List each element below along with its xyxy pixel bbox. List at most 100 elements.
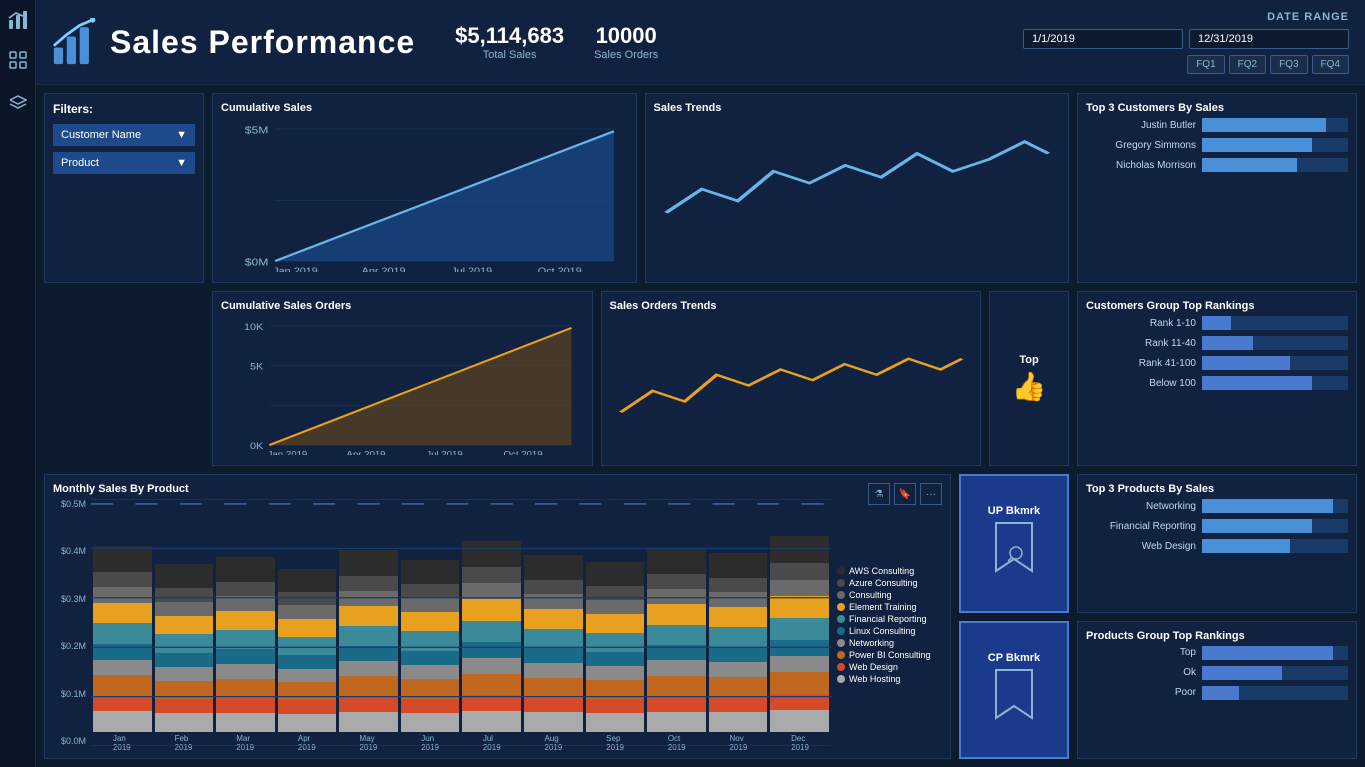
top-products-title: Top 3 Products By Sales [1086, 483, 1348, 495]
top-row: Filters: Customer Name ▼ Product ▼ Cumul… [44, 93, 1357, 283]
product-filter[interactable]: Product ▼ [53, 152, 195, 174]
thumb-panel: Top 👍 [989, 291, 1069, 466]
date-range-label: DATE RANGE [1267, 11, 1349, 23]
legend-consulting: Consulting [837, 590, 942, 600]
customer-bar-3: Nicholas Morrison [1086, 158, 1348, 172]
customer-bar-track-2 [1202, 138, 1348, 152]
sales-trends-title: Sales Trends [654, 102, 1061, 114]
product-bar-2: Financial Reporting [1086, 519, 1348, 533]
rank-fill-1 [1202, 316, 1231, 330]
more-toolbar-button[interactable]: ··· [920, 483, 942, 505]
page-title: Sales Performance [110, 24, 415, 61]
layers-icon[interactable] [6, 88, 30, 112]
product-fill-1 [1202, 499, 1333, 513]
rank-bar-2: Rank 11-40 [1086, 336, 1348, 350]
bar-jun [401, 560, 460, 732]
svg-text:Jan 2019: Jan 2019 [273, 267, 318, 272]
bar-nov [709, 553, 768, 732]
filter-toolbar-button[interactable]: ⚗ [868, 483, 890, 505]
customers-group-panel: Customers Group Top Rankings Rank 1-10 R… [1077, 291, 1357, 466]
rank-label-1: Rank 1-10 [1086, 318, 1196, 329]
date-start-input[interactable] [1023, 29, 1183, 49]
fq3-button[interactable]: FQ3 [1270, 55, 1307, 74]
bookmarks-column: UP Bkmrk CP Bkmrk [959, 474, 1069, 759]
filters-title: Filters: [53, 102, 195, 116]
customer-name-2: Gregory Simmons [1086, 140, 1196, 151]
legend-financial: Financial Reporting [837, 614, 942, 624]
legend-dot-aws [837, 567, 845, 575]
legend-dot-powerbi [837, 651, 845, 659]
chevron-down-icon: ▼ [176, 157, 187, 169]
sales-orders-trends-panel: Sales Orders Trends [601, 291, 982, 466]
total-sales-label: Total Sales [455, 49, 564, 61]
rank-fill-4 [1202, 376, 1312, 390]
total-sales-metric: $5,114,683 Total Sales [455, 23, 564, 61]
cumulative-orders-chart: 10K 5K 0K Jan 2019 Apr 2019 Jul 2019 Oct… [221, 316, 584, 455]
legend-dot-consulting [837, 591, 845, 599]
legend-dot-networking [837, 639, 845, 647]
bar-mar [216, 557, 275, 732]
legend-element: Element Training [837, 602, 942, 612]
legend-webhosting: Web Hosting [837, 674, 942, 684]
product-fill-3 [1202, 539, 1290, 553]
bar-feb [155, 564, 214, 732]
svg-text:Apr 2019: Apr 2019 [346, 450, 385, 455]
fq2-button[interactable]: FQ2 [1229, 55, 1266, 74]
product-rank-bar-2: Ok [1086, 666, 1348, 680]
product-bar-3: Web Design [1086, 539, 1348, 553]
cp-bookmark-panel[interactable]: CP Bkmrk [959, 621, 1069, 760]
bars-area: Jan2019 Feb2019 Mar2019 Apr2019 May2019 … [91, 499, 831, 746]
product-rank-label-3: Poor [1086, 687, 1196, 698]
svg-text:Oct 2019: Oct 2019 [504, 450, 543, 455]
chevron-down-icon: ▼ [176, 129, 187, 141]
rank-label-2: Rank 11-40 [1086, 338, 1196, 349]
content-area: Filters: Customer Name ▼ Product ▼ Cumul… [36, 85, 1365, 767]
header-right: DATE RANGE FQ1 FQ2 FQ3 FQ4 [1023, 11, 1349, 74]
date-inputs [1023, 29, 1349, 49]
logo-icon [52, 18, 100, 66]
bar-apr [278, 569, 337, 732]
header-metrics: $5,114,683 Total Sales 10000 Sales Order… [455, 23, 658, 61]
cumulative-sales-chart: $5M $0M Jan 2019 Apr 2019 Jul 2019 Oct 2… [221, 118, 628, 272]
rank-track-3 [1202, 356, 1348, 370]
chart-icon[interactable] [6, 8, 30, 32]
bookmark-cp-icon [992, 668, 1036, 728]
fq4-button[interactable]: FQ4 [1312, 55, 1349, 74]
bar-jan [93, 546, 152, 732]
product-name-1: Networking [1086, 501, 1196, 512]
customer-bar-2: Gregory Simmons [1086, 138, 1348, 152]
customer-name-filter[interactable]: Customer Name ▼ [53, 124, 195, 146]
legend-dot-webdesign [837, 663, 845, 671]
product-rank-fill-2 [1202, 666, 1282, 680]
product-rank-fill-3 [1202, 686, 1239, 700]
sales-orders-trends-title: Sales Orders Trends [610, 300, 973, 312]
filters-panel: Filters: Customer Name ▼ Product ▼ [44, 93, 204, 283]
bar-dec [770, 536, 829, 732]
customer-name-3: Nicholas Morrison [1086, 160, 1196, 171]
customer-bar-fill-1 [1202, 118, 1326, 132]
header: Sales Performance $5,114,683 Total Sales… [36, 0, 1365, 85]
products-group-title: Products Group Top Rankings [1086, 630, 1348, 642]
grid-icon[interactable] [6, 48, 30, 72]
bookmark-toolbar-button[interactable]: 🔖 [894, 483, 916, 505]
sales-trends-chart [654, 118, 1061, 272]
product-rank-bar-3: Poor [1086, 686, 1348, 700]
cumulative-sales-panel: Cumulative Sales $5M $0M Jan 2019 Apr 20… [212, 93, 637, 283]
up-bookmark-panel[interactable]: UP Bkmrk [959, 474, 1069, 613]
product-fill-2 [1202, 519, 1312, 533]
bookmark-up-icon [992, 521, 1036, 581]
legend-linux: Linux Consulting [837, 626, 942, 636]
rank-label-4: Below 100 [1086, 378, 1196, 389]
legend-aws: AWS Consulting [837, 566, 942, 576]
customers-group-title: Customers Group Top Rankings [1086, 300, 1348, 312]
logo-area: Sales Performance [52, 18, 415, 66]
customer-bar-1: Justin Butler [1086, 118, 1348, 132]
customer-bar-track-1 [1202, 118, 1348, 132]
svg-text:Jul 2019: Jul 2019 [426, 450, 463, 455]
sales-orders-metric: 10000 Sales Orders [594, 23, 658, 61]
sidebar [0, 0, 36, 767]
rank-fill-3 [1202, 356, 1290, 370]
date-end-input[interactable] [1189, 29, 1349, 49]
fq1-button[interactable]: FQ1 [1187, 55, 1224, 74]
legend-dot-linux [837, 627, 845, 635]
